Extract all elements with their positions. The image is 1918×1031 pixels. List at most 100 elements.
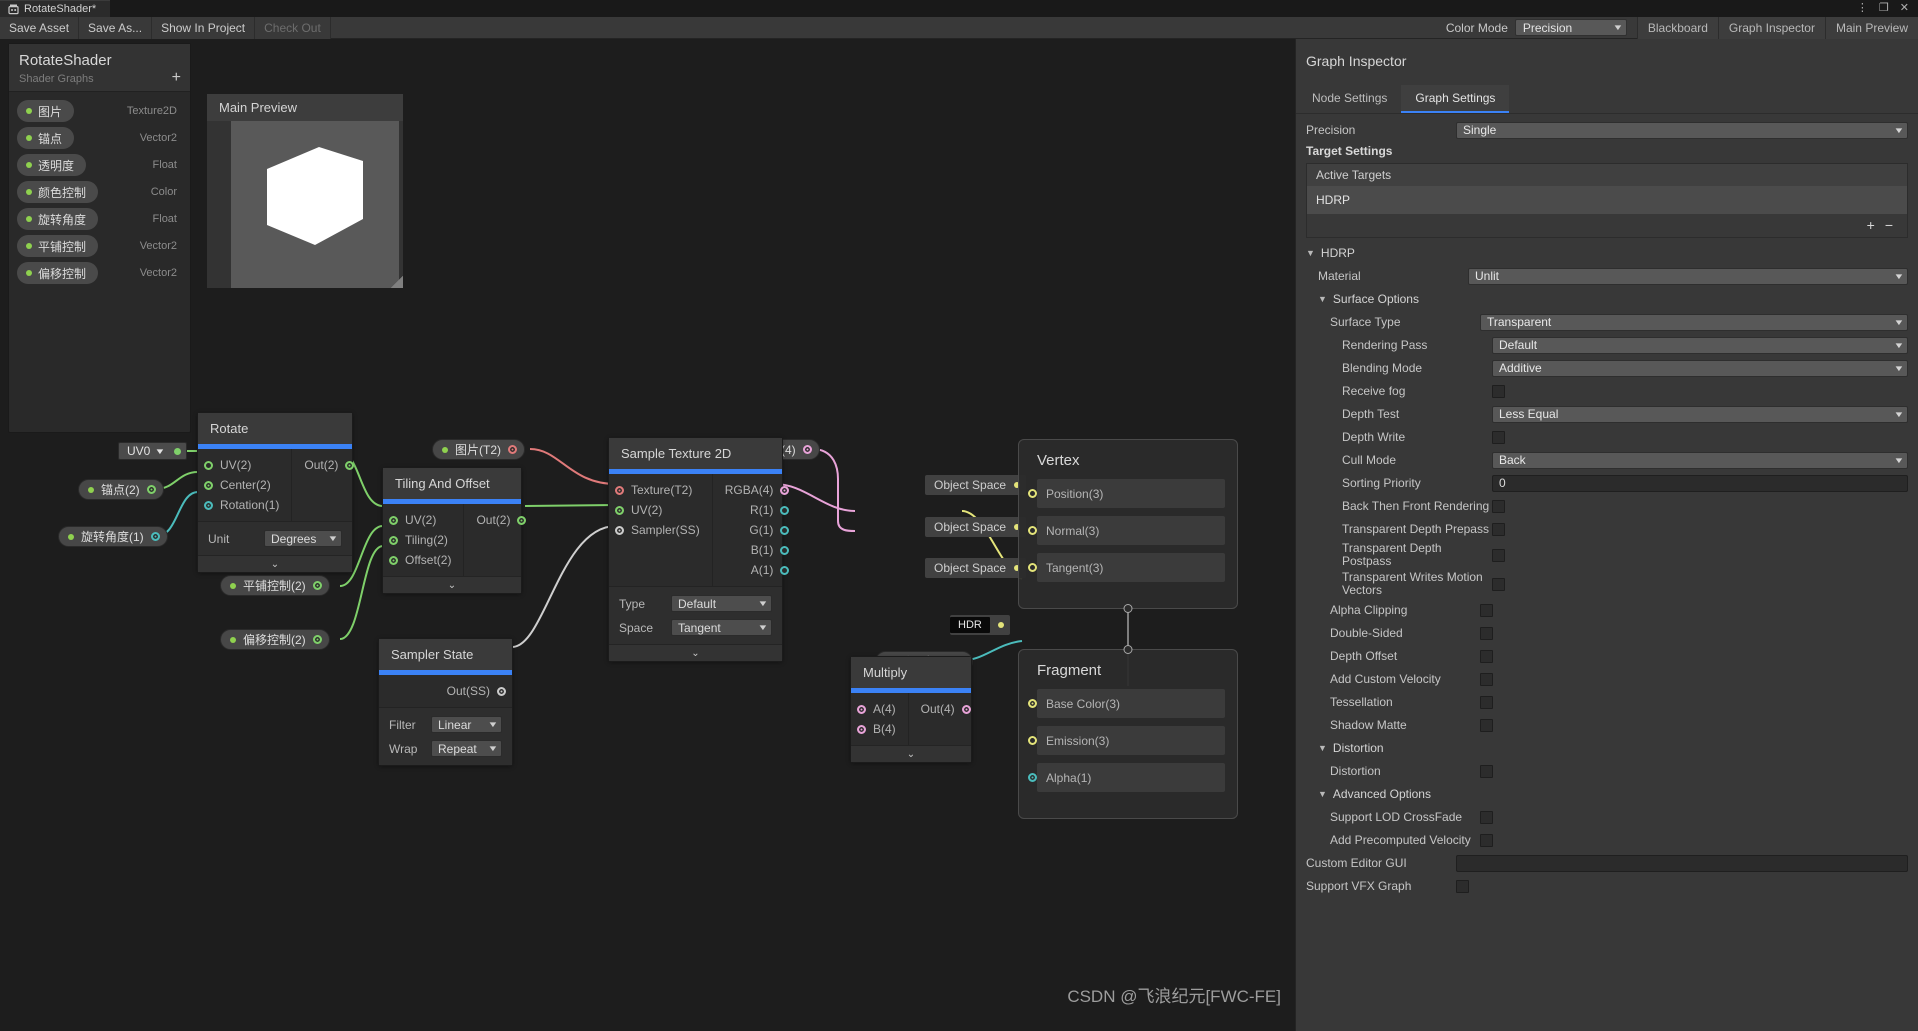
save-as-button[interactable]: Save As... [79,16,153,39]
close-icon[interactable]: ✕ [1900,3,1909,14]
property-token-rotation-angle[interactable]: 旋转角度(1) [58,526,168,547]
space-token-tangent[interactable]: Object Space [925,558,1027,578]
port-dot-icon[interactable] [780,485,790,495]
port-g[interactable]: G(1) [737,520,795,540]
tessellation-checkbox[interactable] [1480,695,1493,709]
add-custom-velocity-checkbox[interactable] [1480,672,1493,686]
port-dot-icon[interactable] [615,485,624,495]
port-dot-icon[interactable] [1028,736,1037,745]
port-dot-icon[interactable] [204,460,213,470]
fold-surface-options[interactable]: ▼ Surface Options [1306,292,1908,306]
block-base-color[interactable]: Base Color(3) [1028,689,1225,718]
property-token-texture[interactable]: 图片(T2) [432,439,525,460]
show-in-project-button[interactable]: Show In Project [152,16,256,39]
space-token-position[interactable]: Object Space [925,475,1027,495]
master-stack-vertex[interactable]: Vertex Position(3) Normal(3) Tangent(3) [1018,439,1238,613]
editor-tab-rotateshader[interactable]: RotateShader* [0,0,111,17]
double-sided-checkbox[interactable] [1480,626,1493,640]
hdr-token[interactable]: HDR [950,615,1010,635]
uv0-channel-token[interactable]: UV0 ▼ [118,442,188,460]
preview-resize-handle[interactable] [391,276,403,288]
port-rgba[interactable]: RGBA(4) [713,480,796,500]
transparent-depth-prepass-checkbox[interactable] [1492,522,1505,536]
block-emission[interactable]: Emission(3) [1028,726,1225,755]
active-target-item[interactable]: HDRP [1307,186,1907,214]
port-dot-icon[interactable] [857,724,866,734]
filter-dropdown[interactable]: Linear ▼ [431,716,502,733]
precision-dropdown[interactable]: Single ▼ [1456,121,1908,139]
node-sample-texture-2d[interactable]: Sample Texture 2D Texture(T2) UV(2) Samp… [608,437,790,662]
main-preview-toggle[interactable]: Main Preview [1824,16,1918,39]
port-out[interactable]: Out(2) [464,510,532,530]
port-dot-icon[interactable] [1028,563,1037,572]
block-position[interactable]: Position(3) [1028,479,1225,508]
material-dropdown[interactable]: Unlit ▼ [1468,267,1908,285]
token-output-port[interactable] [312,581,322,590]
property-token-anchor[interactable]: 锚点(2) [78,479,164,500]
node-sampler-state[interactable]: Sampler State Out(SS) Filter Linear ▼ Wr… [378,638,513,766]
node-expander-toggle[interactable]: ⌄ [851,745,971,762]
token-output-port[interactable] [802,445,812,454]
property-pill[interactable]: 颜色控制 [17,181,99,203]
surface-type-dropdown[interactable]: Transparent ▼ [1480,313,1908,331]
fold-advanced-options[interactable]: ▼ Advanced Options [1306,787,1908,801]
token-output-port[interactable] [508,445,517,454]
property-token-offset[interactable]: 偏移控制(2) [220,629,330,650]
custom-editor-gui-input[interactable] [1456,854,1908,872]
port-dot-icon[interactable] [1028,489,1037,498]
port-a[interactable]: A(4) [851,699,908,719]
port-dot-icon[interactable] [780,505,790,515]
fold-hdrp[interactable]: ▼ HDRP [1306,246,1908,260]
port-b[interactable]: B(1) [739,540,796,560]
node-expander-toggle[interactable]: ⌄ [198,555,352,572]
support-lod-crossfade-checkbox[interactable] [1480,810,1493,824]
port-uv[interactable]: UV(2) [383,510,463,530]
port-dot-icon[interactable] [497,686,506,696]
restore-window-icon[interactable]: ❐ [1879,3,1889,14]
graph-canvas[interactable]: RotateShader Shader Graphs + 图片 Texture2… [0,39,1295,1031]
tab-graph-settings[interactable]: Graph Settings [1401,85,1510,113]
list-item[interactable]: 图片 Texture2D [17,100,182,122]
type-dropdown[interactable]: Default ▼ [671,595,772,612]
node-multiply[interactable]: Multiply A(4) B(4) Out(4) ⌄ [850,656,972,763]
port-dot-icon[interactable] [389,555,398,565]
receive-fog-checkbox[interactable] [1492,384,1505,398]
token-output-port[interactable] [312,635,322,644]
master-stack-fragment[interactable]: Fragment Base Color(3) Emission(3) Alpha… [1018,645,1238,819]
port-out[interactable]: Out(4) [909,699,977,719]
port-offset[interactable]: Offset(2) [383,550,463,570]
port-out-ss[interactable]: Out(SS) [435,681,512,701]
list-item[interactable]: 锚点 Vector2 [17,127,182,149]
property-pill[interactable]: 平铺控制 [17,235,99,257]
port-dot-icon[interactable] [204,500,213,510]
support-vfx-graph-checkbox[interactable] [1456,879,1469,893]
port-rotation[interactable]: Rotation(1) [198,495,291,515]
property-pill[interactable]: 图片 [17,100,75,122]
port-dot-icon[interactable] [1028,526,1037,535]
block-normal[interactable]: Normal(3) [1028,516,1225,545]
list-item[interactable]: 旋转角度 Float [17,208,182,230]
node-rotate[interactable]: Rotate UV(2) Center(2) Rotation(1) Out(2… [197,412,355,573]
port-uv[interactable]: UV(2) [609,500,712,520]
port-dot-icon[interactable] [1028,699,1037,708]
token-output-port[interactable] [150,532,160,541]
port-dot-icon[interactable] [615,525,624,535]
graph-inspector-toggle[interactable]: Graph Inspector [1717,16,1825,39]
port-dot-icon[interactable] [389,535,398,545]
port-uv[interactable]: UV(2) [198,455,291,475]
add-precomputed-velocity-checkbox[interactable] [1480,833,1493,847]
wrap-dropdown[interactable]: Repeat ▼ [431,740,502,757]
alpha-clipping-checkbox[interactable] [1480,603,1493,617]
token-output-port[interactable] [146,485,156,494]
rendering-pass-dropdown[interactable]: Default ▼ [1492,336,1908,354]
blackboard-panel[interactable]: RotateShader Shader Graphs + 图片 Texture2… [8,43,191,433]
property-pill[interactable]: 透明度 [17,154,87,176]
transparent-depth-postpass-checkbox[interactable] [1492,548,1505,562]
remove-target-button[interactable]: − [1885,217,1893,233]
kebab-menu-icon[interactable]: ⋮ [1857,3,1868,14]
port-dot-icon[interactable] [780,545,790,555]
node-expander-toggle[interactable]: ⌄ [383,576,521,593]
back-then-front-rendering-checkbox[interactable] [1492,499,1505,513]
stack-link-handle[interactable] [1123,604,1133,613]
stack-link-handle[interactable] [1123,645,1133,654]
